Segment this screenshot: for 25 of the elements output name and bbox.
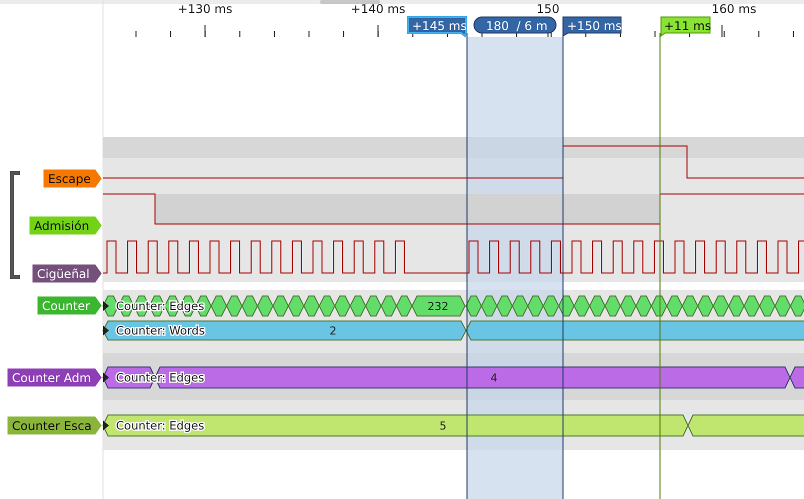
time-label: +130 ms [178,2,232,16]
time-label: 150 [536,2,560,16]
channel-label[interactable]: Admisión [30,216,102,234]
annotation-value: 4 [490,372,498,384]
scroll-handle[interactable] [320,0,380,4]
cursor-marker[interactable]: +150 ms [562,16,622,37]
expand-triangle-icon[interactable] [103,420,109,430]
annotation-value: 232 [428,300,448,313]
time-label: +140 ms [350,2,406,16]
expand-triangle-icon[interactable] [103,326,109,336]
time-label: 160 ms [712,2,756,16]
expand-triangle-icon[interactable] [103,301,109,311]
expand-triangle-icon[interactable] [103,372,109,382]
span-marker: 180 / 6 m [474,16,556,34]
annotation-value: 2 [330,324,336,338]
channel-label[interactable]: Counter Esca [8,416,102,434]
annotation-row-title: Counter: Words [116,324,205,338]
cursor-marker[interactable]: +145 ms [407,16,467,38]
annotation-value: 5 [440,420,446,432]
channel-label[interactable]: Counter Adm [8,368,102,386]
channel-label[interactable]: Escape [44,170,102,188]
annotation-row-title: Counter: Edges [116,299,204,313]
flag-marker[interactable]: +11 ms [660,16,712,37]
channel-label[interactable]: Cigüeñal [32,264,102,282]
annotation-row-title: Counter: Edges [116,418,204,432]
